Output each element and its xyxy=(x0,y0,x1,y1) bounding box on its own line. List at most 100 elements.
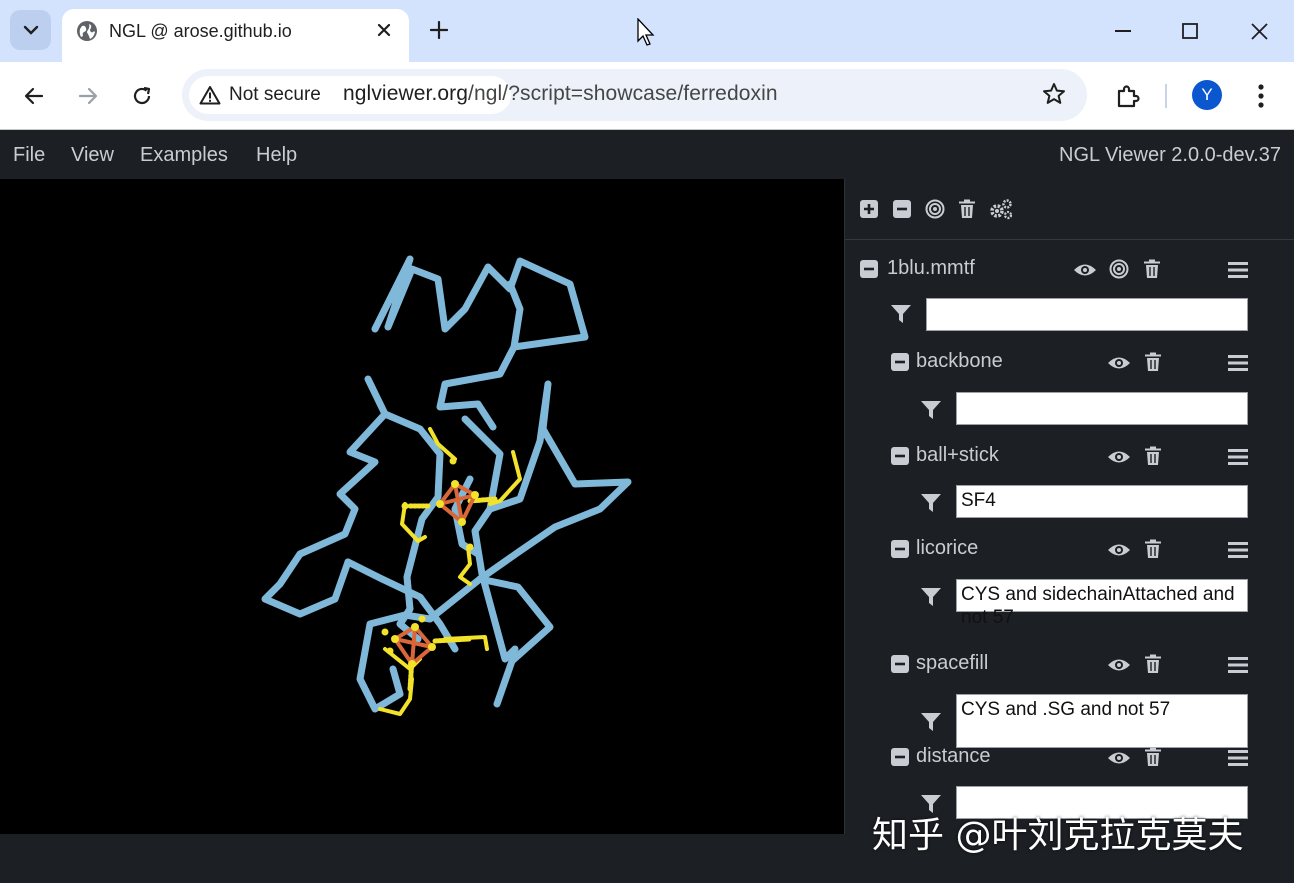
collapse-representation-button[interactable] xyxy=(889,351,911,373)
reload-button[interactable] xyxy=(122,76,162,116)
eye-icon xyxy=(1108,357,1130,369)
menu-view[interactable]: View xyxy=(71,144,114,167)
collapse-representation-button[interactable] xyxy=(889,653,911,675)
maximize-button[interactable] xyxy=(1167,10,1213,52)
representation-menu-button[interactable] xyxy=(1227,747,1249,769)
representation-delete-button[interactable] xyxy=(1142,351,1164,373)
menu-file[interactable]: File xyxy=(13,144,45,167)
toolbar-separator xyxy=(1165,84,1167,108)
close-window-button[interactable] xyxy=(1236,10,1282,52)
minus-square-icon xyxy=(891,655,909,673)
representation-filter-input[interactable]: CYS and .SG and not 57 xyxy=(956,694,1248,748)
representation-filter-input[interactable]: CYS and sidechainAttached and not 57 xyxy=(956,579,1248,628)
structure-visibility-toggle[interactable] xyxy=(1073,259,1097,281)
representation-filter-icon-wrap xyxy=(919,492,943,514)
profile-avatar[interactable]: Y xyxy=(1192,80,1222,110)
browser-menu-button[interactable] xyxy=(1245,76,1277,116)
tab-list-button[interactable] xyxy=(10,10,51,50)
watermark: 知乎 @叶刘克拉克莫夫 xyxy=(872,815,1244,856)
representation-visibility-toggle[interactable] xyxy=(1107,446,1131,468)
eye-icon xyxy=(1074,264,1096,276)
new-tab-button[interactable] xyxy=(423,14,455,46)
extensions-icon xyxy=(1117,85,1140,108)
representation-menu-button[interactable] xyxy=(1227,352,1249,374)
minimize-button[interactable] xyxy=(1100,10,1146,52)
expand-all-button[interactable] xyxy=(858,198,880,220)
representation-filter-icon-wrap xyxy=(919,399,943,421)
filter-icon xyxy=(891,305,911,323)
structure-name: 1blu.mmtf xyxy=(887,257,975,279)
component-panel: 1blu.mmtf backbone ball+stick SF4 licori… xyxy=(844,179,1294,834)
menu-examples[interactable]: Examples xyxy=(140,144,228,167)
star-icon[interactable] xyxy=(1041,81,1067,107)
back-arrow-icon xyxy=(24,87,44,105)
hamburger-icon xyxy=(1228,355,1248,371)
trash-icon xyxy=(1145,747,1161,766)
browser-tab[interactable]: NGL @ arose.github.io xyxy=(62,9,409,62)
collapse-representation-button[interactable] xyxy=(889,746,911,768)
representation-visibility-toggle[interactable] xyxy=(1107,747,1131,769)
tab-list-icon xyxy=(23,25,38,35)
eye-icon xyxy=(1108,544,1130,556)
trash-icon xyxy=(1145,352,1161,371)
representation-name: ball+stick xyxy=(916,444,999,466)
maximize-icon xyxy=(1182,23,1198,39)
warning-icon xyxy=(199,86,221,105)
plus-icon xyxy=(430,21,448,39)
molecule-viewport[interactable] xyxy=(0,179,844,834)
url-text[interactable]: nglviewer.org/ngl/?script=showcase/ferre… xyxy=(343,82,778,106)
center-all-button[interactable] xyxy=(924,198,946,220)
filter-icon xyxy=(921,588,941,606)
forward-button[interactable] xyxy=(68,76,108,116)
mouse-cursor-icon xyxy=(637,18,655,46)
settings-button[interactable] xyxy=(988,198,1014,220)
structure-center-button[interactable] xyxy=(1108,258,1130,280)
representation-filter-icon-wrap xyxy=(919,586,943,608)
trash-icon xyxy=(1145,446,1161,465)
representation-filter-input[interactable]: SF4 xyxy=(956,485,1248,518)
browser-toolbar: Not secure nglviewer.org/ngl/?script=sho… xyxy=(0,62,1294,130)
back-button[interactable] xyxy=(14,76,54,116)
representation-visibility-toggle[interactable] xyxy=(1107,352,1131,374)
app-menubar: File View Examples Help NGL Viewer 2.0.0… xyxy=(0,131,1294,179)
url-path: /ngl/?script=showcase/ferredoxin xyxy=(468,82,778,105)
minus-square-icon xyxy=(891,353,909,371)
filter-icon xyxy=(921,401,941,419)
collapse-structure-button[interactable] xyxy=(858,258,880,280)
representation-delete-button[interactable] xyxy=(1142,746,1164,768)
eye-icon xyxy=(1108,659,1130,671)
structure-menu-button[interactable] xyxy=(1227,259,1249,281)
representation-visibility-toggle[interactable] xyxy=(1107,539,1131,561)
collapse-representation-button[interactable] xyxy=(889,445,911,467)
structure-delete-button[interactable] xyxy=(1141,258,1163,280)
hamburger-icon xyxy=(1228,449,1248,465)
eye-icon xyxy=(1108,752,1130,764)
collapse-all-button[interactable] xyxy=(891,198,913,220)
filter-icon xyxy=(921,494,941,512)
representation-menu-button[interactable] xyxy=(1227,446,1249,468)
trash-icon xyxy=(959,199,975,218)
representation-visibility-toggle[interactable] xyxy=(1107,654,1131,676)
representation-filter-input[interactable] xyxy=(956,392,1248,425)
structure-filter-input[interactable] xyxy=(926,298,1248,331)
representation-delete-button[interactable] xyxy=(1142,653,1164,675)
minus-square-icon xyxy=(893,200,911,218)
minus-square-icon xyxy=(891,748,909,766)
globe-icon xyxy=(77,21,97,41)
hamburger-icon xyxy=(1228,657,1248,673)
collapse-representation-button[interactable] xyxy=(889,538,911,560)
representation-filter-icon-wrap xyxy=(919,711,943,733)
representation-delete-button[interactable] xyxy=(1142,538,1164,560)
representation-menu-button[interactable] xyxy=(1227,654,1249,676)
extensions-button[interactable] xyxy=(1108,76,1148,116)
structure-filter-icon-wrap xyxy=(889,303,913,325)
tab-close-button[interactable] xyxy=(369,15,399,45)
menu-help[interactable]: Help xyxy=(256,144,297,167)
address-bar[interactable]: Not secure nglviewer.org/ngl/?script=sho… xyxy=(182,69,1087,121)
representation-delete-button[interactable] xyxy=(1142,445,1164,467)
close-window-icon xyxy=(1250,22,1268,40)
filter-icon xyxy=(921,713,941,731)
url-host: nglviewer.org xyxy=(343,82,469,105)
delete-all-button[interactable] xyxy=(956,198,978,220)
representation-menu-button[interactable] xyxy=(1227,539,1249,561)
